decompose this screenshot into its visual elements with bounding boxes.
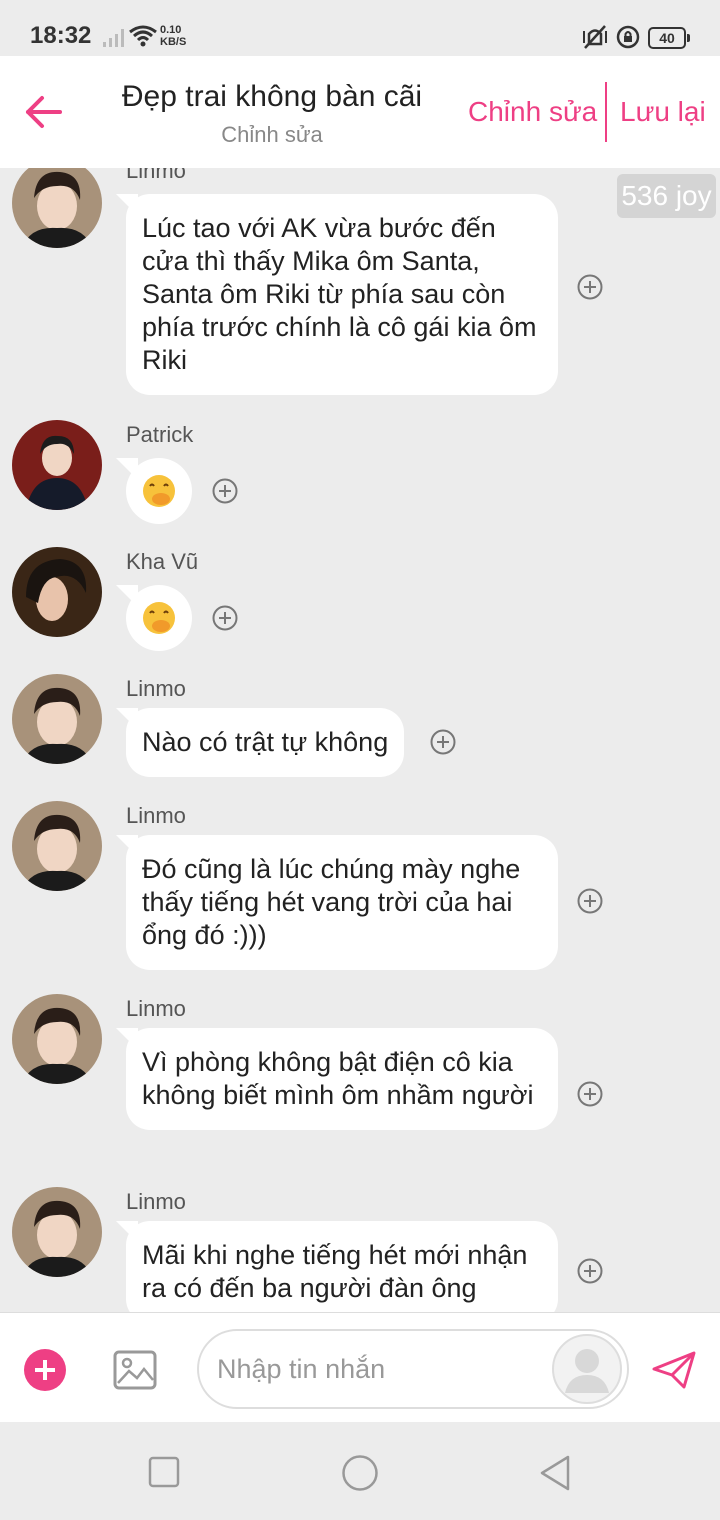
joy-badge[interactable]: 536 joy <box>617 174 716 218</box>
arrow-left-icon[interactable] <box>22 90 66 134</box>
add-reaction-icon[interactable] <box>212 478 238 504</box>
message-bubble[interactable]: Lúc tao với AK vừa bước đến cửa thì thấy… <box>116 194 558 395</box>
message-input[interactable] <box>217 1349 547 1389</box>
message-bubble[interactable]: Mãi khi nghe tiếng hét mới nhận ra có đế… <box>116 1221 558 1312</box>
message-item: Linmo Đó cũng là lúc chúng mày nghe thấy… <box>0 801 720 981</box>
add-reaction-icon[interactable] <box>577 888 603 914</box>
header-divider <box>605 82 607 142</box>
status-bar: 18:32 0.10 KB/S 40 <box>0 0 720 56</box>
sender-name: Linmo <box>126 676 186 701</box>
wifi-icon <box>129 25 157 47</box>
avatar[interactable] <box>12 420 102 510</box>
home-icon[interactable] <box>341 1454 379 1492</box>
message-bubble-emoji[interactable] <box>116 585 192 651</box>
sender-name: Patrick <box>126 422 194 447</box>
save-button[interactable]: Lưu lại <box>620 96 706 128</box>
back-nav-icon[interactable] <box>538 1454 572 1492</box>
sender-name: Linmo <box>126 168 186 183</box>
chat-header: Đẹp trai không bàn cãi Chỉnh sửa Chỉnh s… <box>0 56 720 168</box>
signal-icon <box>103 29 124 47</box>
battery-indicator: 40 <box>648 27 690 49</box>
network-speed: 0.10 KB/S <box>160 24 187 48</box>
sender-name: Linmo <box>126 1189 186 1214</box>
recent-apps-icon[interactable] <box>148 1456 180 1488</box>
status-time: 18:32 <box>30 22 92 49</box>
image-icon[interactable] <box>112 1347 158 1393</box>
message-item: Kha Vũ <box>0 547 720 657</box>
message-item: Linmo Vì phòng không bật điện cô kia khô… <box>0 994 720 1174</box>
avatar[interactable] <box>12 801 102 891</box>
add-reaction-icon[interactable] <box>577 1258 603 1284</box>
message-bubble[interactable]: Vì phòng không bật điện cô kia không biế… <box>116 1028 558 1130</box>
add-reaction-icon[interactable] <box>577 1081 603 1107</box>
add-reaction-icon[interactable] <box>577 274 603 300</box>
message-item: Patrick <box>0 420 720 530</box>
edit-button[interactable]: Chỉnh sửa <box>468 96 597 128</box>
vibrate-off-icon <box>583 25 607 49</box>
avatar[interactable] <box>12 674 102 764</box>
message-bubble[interactable]: Nào có trật tự không <box>115 708 405 777</box>
sender-name: Linmo <box>126 803 186 828</box>
page-title: Đẹp trai không bàn cãi <box>121 80 423 113</box>
rotation-lock-icon <box>616 25 640 49</box>
chat-list[interactable]: Linmo Lúc tao với AK vừa bước đến cửa th… <box>0 168 720 1312</box>
face-with-hand-over-mouth-icon <box>143 602 175 634</box>
sender-name: Linmo <box>126 996 186 1021</box>
sender-name: Kha Vũ <box>126 549 199 574</box>
add-reaction-icon[interactable] <box>212 605 238 631</box>
add-reaction-icon[interactable] <box>430 729 456 755</box>
message-item: Linmo Mãi khi nghe tiếng hét mới nhận ra… <box>0 1187 720 1312</box>
message-bubble-emoji[interactable] <box>116 458 192 524</box>
message-item: Linmo Nào có trật tự không <box>0 674 720 784</box>
message-item: Linmo Lúc tao với AK vừa bước đến cửa th… <box>0 168 720 398</box>
avatar-placeholder-icon[interactable] <box>551 1333 623 1405</box>
face-with-hand-over-mouth-icon <box>143 475 175 507</box>
message-composer <box>0 1312 720 1422</box>
message-input-wrapper <box>197 1329 629 1409</box>
message-bubble[interactable]: Đó cũng là lúc chúng mày nghe thấy tiếng… <box>116 835 558 970</box>
page-subtitle: Chỉnh sửa <box>221 122 323 147</box>
avatar[interactable] <box>12 994 102 1084</box>
plus-icon[interactable] <box>24 1349 66 1391</box>
avatar[interactable] <box>12 547 102 637</box>
avatar[interactable] <box>12 168 102 248</box>
system-navigation-bar <box>0 1422 720 1520</box>
avatar[interactable] <box>12 1187 102 1277</box>
send-icon[interactable] <box>650 1349 698 1391</box>
